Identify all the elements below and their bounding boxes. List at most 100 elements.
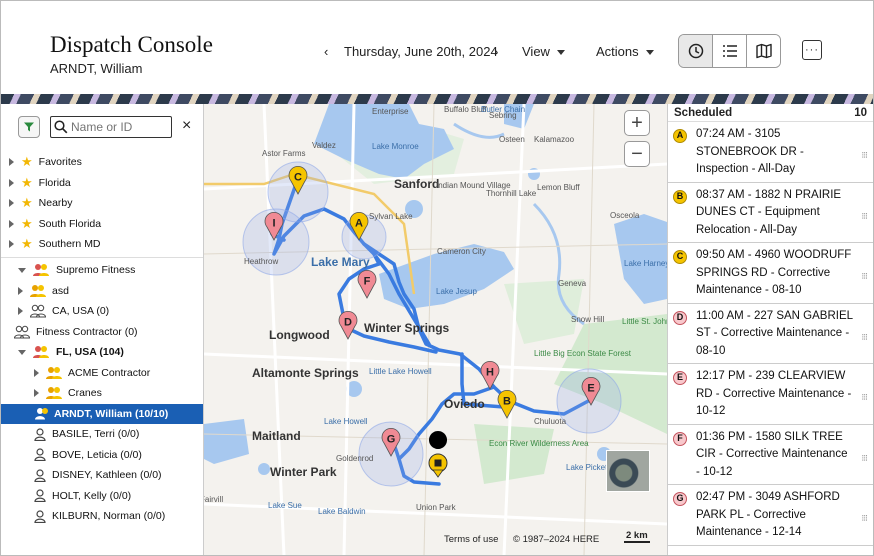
- tree-item[interactable]: Fitness Contractor (0): [1, 322, 203, 343]
- timeline-view-button[interactable]: [679, 35, 713, 67]
- map-place-label: Union Park: [416, 503, 457, 512]
- map-place-label: Lemon Bluff: [537, 183, 580, 192]
- tree-item[interactable]: BOVE, Leticia (0/0): [1, 445, 203, 466]
- scheduled-job-item[interactable]: D 11:00 AM - 227 SAN GABRIEL ST - Correct…: [668, 304, 873, 364]
- tree-item-label: KILBURN, Norman (0/0): [52, 510, 166, 523]
- technician-panel: × ★ Favorites ★ Florida ★ Nearby ★ South Florid…: [1, 104, 204, 555]
- scheduled-job-item[interactable]: F 01:36 PM - 1580 SILK TREE CIR - Correct…: [668, 425, 873, 485]
- scheduled-job-item[interactable]: C 09:50 AM - 4960 WOODRUFF SPRINGS RD - C…: [668, 243, 873, 304]
- drag-handle-icon[interactable]: ⁝⁝⁝: [861, 147, 868, 165]
- tree-item-label: Supremo Fitness: [56, 264, 136, 276]
- actions-menu-button[interactable]: Actions: [596, 44, 654, 59]
- tree-item[interactable]: ★ Florida: [1, 173, 203, 194]
- list-view-button[interactable]: [713, 35, 747, 67]
- tree-item[interactable]: ★ South Florida: [1, 214, 203, 235]
- clear-search-button[interactable]: ×: [182, 117, 191, 135]
- zoom-out-button[interactable]: −: [624, 141, 650, 167]
- tree-item[interactable]: ★ Southern MD: [1, 234, 203, 255]
- tree-item[interactable]: ACME Contractor: [1, 363, 203, 384]
- drag-handle-icon[interactable]: ⁝⁝⁝: [861, 510, 868, 528]
- job-description: 12:17 PM - 239 CLEARVIEW RD - Corrective…: [696, 370, 852, 417]
- collapsed-caret-icon[interactable]: [9, 199, 14, 208]
- tree-item-label: South Florida: [38, 217, 102, 230]
- group-alert-icon: [32, 345, 50, 359]
- collapsed-caret-icon[interactable]: [18, 286, 23, 295]
- zoom-in-button[interactable]: +: [624, 110, 650, 136]
- tree-item[interactable]: BASILE, Terri (0/0): [1, 424, 203, 445]
- job-description: 08:37 AM - 1882 N PRAIRIE DUNES CT - Equ…: [696, 188, 842, 236]
- tree-item[interactable]: ARNDT, William (10/10): [1, 403, 203, 424]
- job-description: 01:36 PM - 1580 SILK TREE CIR - Correcti…: [696, 430, 848, 478]
- collapsed-caret-icon[interactable]: [9, 178, 14, 187]
- search-input[interactable]: [71, 120, 171, 134]
- tree-item[interactable]: KILBURN, Norman (0/0): [1, 506, 203, 527]
- expanded-caret-icon[interactable]: [18, 349, 26, 355]
- filter-button[interactable]: [18, 116, 40, 138]
- tree-item[interactable]: ★ Favorites: [1, 152, 203, 173]
- collapsed-caret-icon[interactable]: [34, 389, 39, 398]
- drag-handle-icon[interactable]: ⁝⁝⁝: [861, 389, 868, 407]
- map-place-label: Enterprise: [372, 107, 409, 116]
- map-place-label: Lake Pickett: [566, 463, 610, 472]
- map-icon: [755, 43, 772, 59]
- map-place-label: Little St. Johns Forest: [622, 317, 667, 326]
- map-place-label: Maitland: [252, 429, 301, 443]
- scheduled-job-item[interactable]: A 07:24 AM - 3105 STONEBROOK DR - Inspect…: [668, 122, 873, 183]
- user-alert-icon: [34, 407, 48, 420]
- terms-of-use-link[interactable]: Terms of use: [444, 534, 498, 545]
- map-place-label: Fairvill: [204, 495, 223, 504]
- map-place-label: Cameron City: [437, 247, 486, 256]
- drag-handle-icon[interactable]: ⁝⁝⁝: [861, 268, 868, 286]
- map-canvas[interactable]: Enterprise Buffalo BluffSebringButler Cha…: [204, 104, 667, 556]
- decorative-banner: [1, 94, 873, 104]
- more-options-button[interactable]: ···: [802, 40, 822, 60]
- tree-item-label: Nearby: [38, 197, 73, 210]
- job-description: 07:24 AM - 3105 STONEBROOK DR - Inspecti…: [696, 128, 804, 175]
- map-place-label: Kalamazoo: [534, 135, 575, 144]
- collapsed-caret-icon[interactable]: [34, 368, 39, 377]
- tree-item-label: ACME Contractor: [68, 366, 151, 379]
- map-place-label: Osceola: [610, 211, 640, 220]
- tree-item[interactable]: DISNEY, Kathleen (0/0): [1, 465, 203, 486]
- drag-handle-icon[interactable]: ⁝⁝⁝: [861, 329, 868, 347]
- map-place-label: Winter Park: [270, 465, 337, 479]
- tree-item[interactable]: Cranes: [1, 383, 203, 404]
- dispatch-console-app: Dispatch Console ARNDT, William ‹ Thursd…: [0, 0, 874, 556]
- tree-item-label: Favorites: [38, 156, 82, 169]
- scheduled-job-item[interactable]: G 02:47 PM - 3049 ASHFORD PARK PL - Corre…: [668, 485, 873, 546]
- tree-item[interactable]: HOLT, Kelly (0/0): [1, 486, 203, 507]
- map-view-button[interactable]: [747, 35, 780, 67]
- previous-day-button[interactable]: ‹: [324, 44, 328, 59]
- list-icon: [722, 45, 737, 57]
- star-icon: ★: [21, 215, 33, 231]
- job-badge: A: [673, 129, 687, 143]
- job-badge: C: [673, 250, 687, 264]
- satellite-view-toggle[interactable]: [606, 450, 650, 492]
- view-menu-button[interactable]: View: [522, 44, 565, 59]
- map-view[interactable]: Enterprise Buffalo Bluff Sebring Butler Cha…: [204, 104, 667, 556]
- map-scale: 2 km: [624, 530, 650, 543]
- expanded-caret-icon[interactable]: [18, 267, 26, 273]
- map-place-label: Lake Sue: [268, 501, 302, 510]
- date-label[interactable]: Thursday, June 20th, 2024: [344, 44, 498, 59]
- collapsed-caret-icon[interactable]: [9, 158, 14, 167]
- scheduled-job-item[interactable]: E 12:17 PM - 239 CLEARVIEW RD - Correctiv…: [668, 364, 873, 425]
- map-copyright: © 1987–2024 HERE: [513, 534, 600, 545]
- tree-item[interactable]: asd: [1, 281, 203, 302]
- search-box[interactable]: [50, 116, 172, 138]
- collapsed-caret-icon[interactable]: [18, 307, 23, 316]
- drag-handle-icon[interactable]: ⁝⁝⁝: [861, 208, 868, 226]
- collapsed-caret-icon[interactable]: [9, 240, 14, 249]
- collapsed-caret-icon[interactable]: [9, 219, 14, 228]
- tree-item[interactable]: Supremo Fitness: [1, 256, 203, 281]
- job-description: 11:00 AM - 227 SAN GABRIEL ST - Correcti…: [696, 309, 853, 357]
- scheduled-panel: Scheduled 10 A 07:24 AM - 3105 STONEBROOK…: [667, 104, 873, 555]
- scheduled-job-item[interactable]: B 08:37 AM - 1882 N PRAIRIE DUNES CT - Eq…: [668, 183, 873, 243]
- next-day-button[interactable]: ›: [494, 44, 498, 59]
- tree-item[interactable]: CA, USA (0): [1, 301, 203, 322]
- job-description: 09:50 AM - 4960 WOODRUFF SPRINGS RD - Co…: [696, 249, 852, 296]
- tree-item[interactable]: FL, USA (104): [1, 342, 203, 363]
- map-place-label: Astor Farms: [262, 149, 306, 158]
- tree-item[interactable]: ★ Nearby: [1, 193, 203, 214]
- drag-handle-icon[interactable]: ⁝⁝⁝: [861, 450, 868, 468]
